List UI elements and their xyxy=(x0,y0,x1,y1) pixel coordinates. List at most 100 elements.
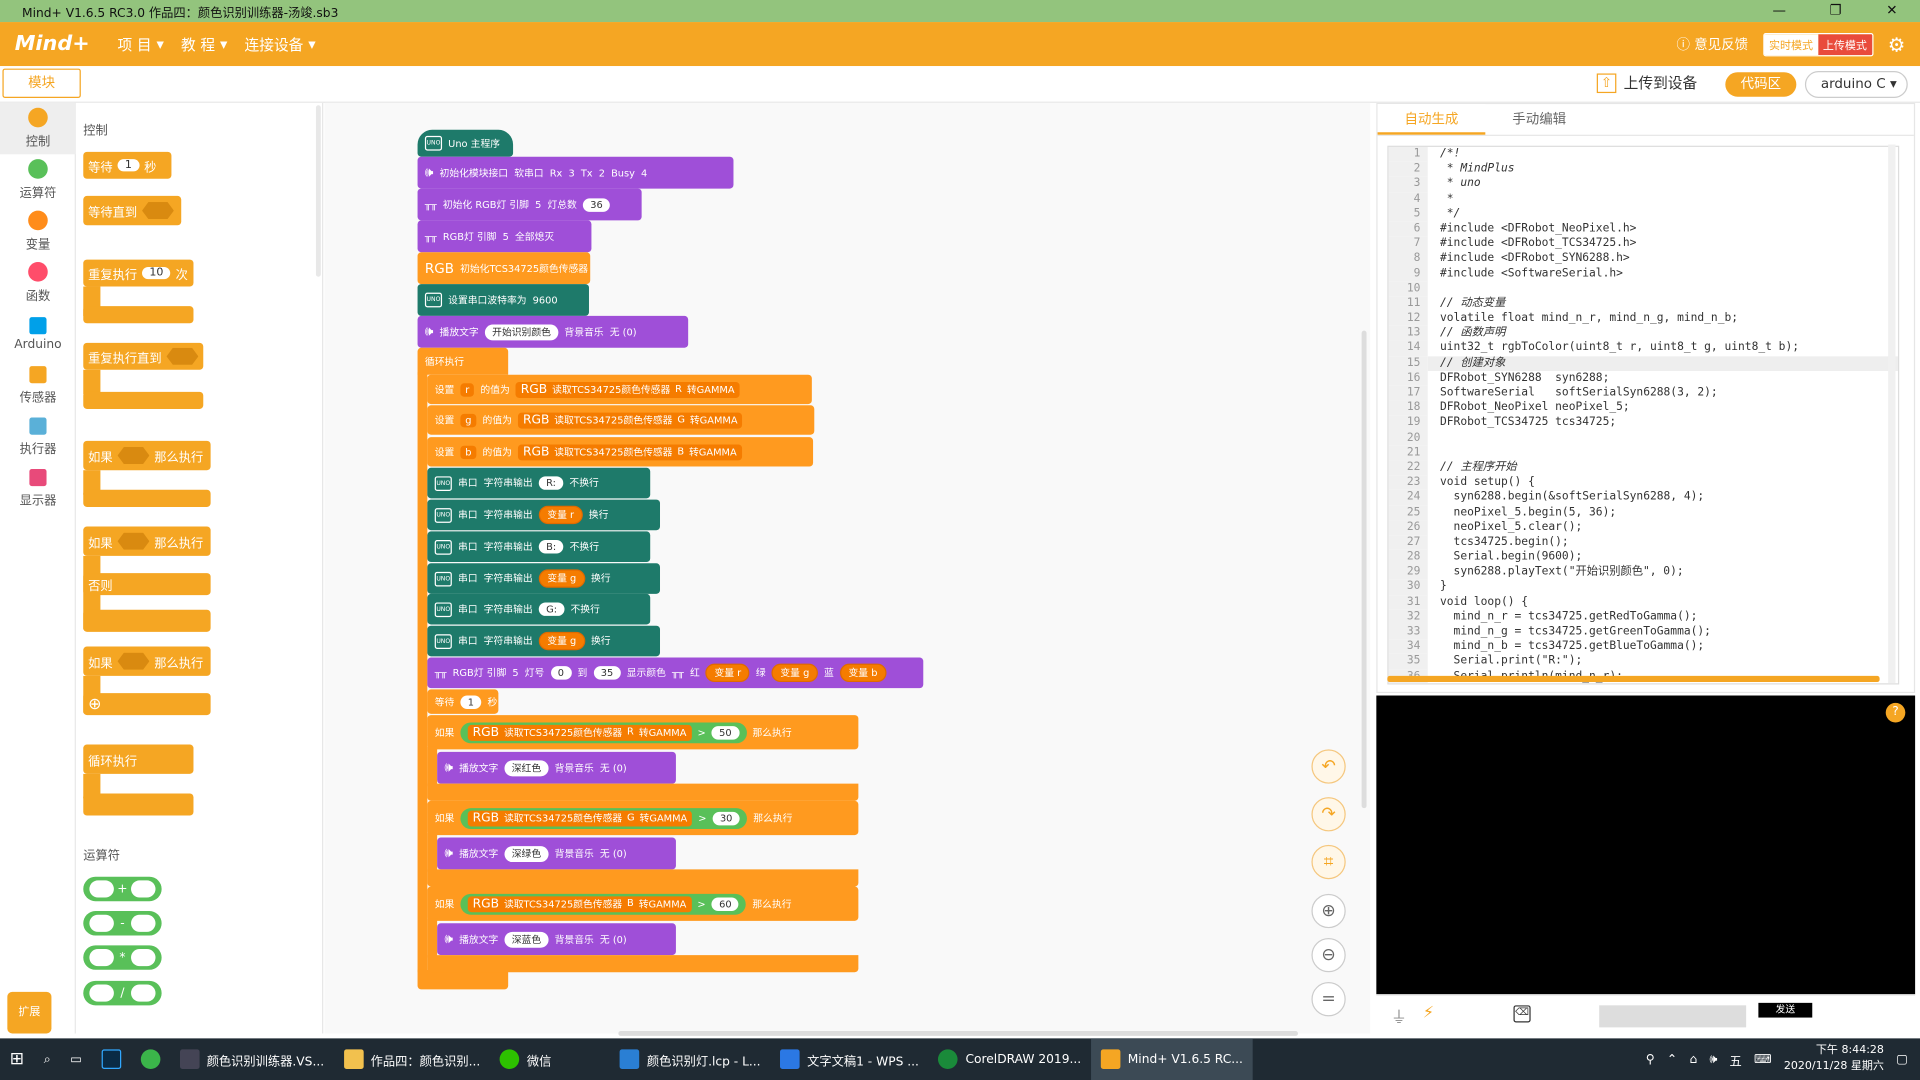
taskbar-app-folder[interactable]: 作品四：颜色识别... xyxy=(334,1038,490,1080)
minimize-button[interactable]: — xyxy=(1751,0,1807,22)
block-serial-print[interactable]: UNO 串口 字符串输出 R: 不换行 xyxy=(427,467,651,499)
workspace-vscrollbar[interactable] xyxy=(1361,330,1367,809)
code-editor[interactable]: 1/*! 2 * MindPlus 3 * uno 4 * 5 */6 #include … xyxy=(1387,145,1900,685)
script-workspace[interactable]: UNO Uno 主程序 🕪 初始化模块接口 软串口 Rx 3 Tx 2 Busy 4 ╥╥ 初始化 … xyxy=(324,102,1371,1034)
zoom-out-icon[interactable]: ⊖ xyxy=(1311,937,1346,973)
workspace-hscrollbar[interactable] xyxy=(618,1031,1298,1036)
block-play-text[interactable]: 🕪 播放文字 深蓝色 背景音乐无 (0) xyxy=(437,923,676,956)
category-control[interactable]: 控制 xyxy=(0,102,76,155)
plus-circle-icon[interactable]: ⊕ xyxy=(88,695,101,713)
send-button[interactable]: 发送 xyxy=(1758,1002,1813,1018)
menu-connect-device[interactable]: 连接设备 ▾ xyxy=(245,34,316,55)
block-divide[interactable]: / xyxy=(83,980,162,1006)
extensions-button[interactable]: 扩展 xyxy=(7,991,52,1034)
block-play-text[interactable]: 🕪 播放文字 开始识别颜色 背景音乐无 (0) xyxy=(417,315,689,348)
person-icon[interactable]: ⚲ xyxy=(1646,1052,1655,1065)
network-icon[interactable]: ⌂ xyxy=(1689,1052,1697,1065)
category-variables[interactable]: 变量 xyxy=(0,206,76,257)
taskbar-app-vs[interactable]: 颜色识别训练器.VS... xyxy=(170,1038,334,1080)
block-serial-print[interactable]: UNO 串口 字符串输出 G: 不换行 xyxy=(427,593,651,625)
taskbar-photoshop[interactable] xyxy=(92,1038,131,1080)
ime-indicator[interactable]: 五 xyxy=(1729,1050,1741,1068)
category-arduino[interactable]: Arduino xyxy=(0,309,76,360)
start-button[interactable]: ⊞ xyxy=(0,1038,34,1080)
block-forever-loop[interactable]: 循环执行 xyxy=(417,347,509,375)
taskbar-app-lcp[interactable]: 颜色识别灯.lcp - L... xyxy=(610,1038,770,1080)
taskbar-browser[interactable] xyxy=(131,1038,170,1080)
block-if-green[interactable]: 如果 RGB 读取TCS34725颜色传感器 G 转GAMMA >30 那么执行 xyxy=(427,800,859,836)
block-multiply[interactable]: * xyxy=(83,945,162,970)
block-init-rgb[interactable]: ╥╥ 初始化 RGB灯 引脚 5 灯总数 36 xyxy=(417,188,642,221)
taskbar-app-coreldraw[interactable]: CorelDRAW 2019... xyxy=(929,1038,1091,1080)
block-rgb-show-color[interactable]: ╥╥ RGB灯 引脚 5 灯号 0 到 35 显示颜色 ╥╥ 红变量 r 绿变量 g 蓝变量 b xyxy=(427,657,924,689)
block-wait[interactable]: 等待 1 秒 xyxy=(83,151,172,179)
block-rgb-off[interactable]: ╥╥ RGB灯 引脚 5 全部熄灭 xyxy=(417,220,592,253)
taskbar-app-wps[interactable]: 文字文稿1 - WPS ... xyxy=(770,1038,928,1080)
block-serial-print[interactable]: UNO 串口 字符串输出 变量 g 换行 xyxy=(427,625,661,657)
mode-realtime[interactable]: 实时模式 xyxy=(1764,33,1818,55)
block-subtract[interactable]: - xyxy=(83,911,162,936)
plug-icon[interactable]: ⚡ xyxy=(1423,1004,1434,1022)
mode-upload[interactable]: 上传模式 xyxy=(1817,33,1872,55)
zoom-in-icon[interactable]: ⊕ xyxy=(1311,893,1346,929)
close-button[interactable]: ✕ xyxy=(1864,0,1920,22)
category-operators[interactable]: 运算符 xyxy=(0,154,76,205)
crop-icon[interactable]: ⌗ xyxy=(1311,844,1346,880)
tab-auto-generate[interactable]: 自动生成 xyxy=(1377,104,1486,135)
block-repeat-until[interactable]: 重复执行直到 xyxy=(83,342,204,370)
search-button[interactable]: ⌕ xyxy=(34,1038,60,1080)
serial-input[interactable] xyxy=(1599,1005,1747,1028)
block-serial-baud[interactable]: UNO 设置串口波特率为 9600 xyxy=(417,284,589,316)
block-init-tcs[interactable]: RGB 初始化TCS34725颜色传感器 xyxy=(417,252,591,285)
block-wait[interactable]: 等待 1 秒 xyxy=(427,689,499,714)
block-if-else[interactable]: 如果 那么执行 xyxy=(83,526,211,556)
block-forever[interactable]: 循环执行 xyxy=(83,744,194,774)
block-uno-main[interactable]: UNO Uno 主程序 xyxy=(417,129,514,157)
help-icon[interactable]: ? xyxy=(1885,702,1906,723)
notification-icon[interactable]: ▢ xyxy=(1896,1052,1908,1065)
maximize-button[interactable]: ❐ xyxy=(1807,0,1863,22)
block-set-r[interactable]: 设置 r 的值为 RGB 读取TCS34725颜色传感器 R 转GAMMA xyxy=(427,374,812,405)
volume-icon[interactable]: 🕪 xyxy=(1709,1052,1717,1065)
clear-icon[interactable]: ⌫ xyxy=(1513,1005,1531,1023)
block-repeat[interactable]: 重复执行 10 次 xyxy=(83,259,194,287)
block-if-then-plus[interactable]: 如果 那么执行 xyxy=(83,646,211,676)
taskbar-app-mindplus[interactable]: Mind+ V1.6.5 RC... xyxy=(1090,1038,1253,1080)
block-add[interactable]: + xyxy=(83,876,162,902)
block-play-text[interactable]: 🕪 播放文字 深绿色 背景音乐无 (0) xyxy=(437,837,676,870)
block-wait-until[interactable]: 等待直到 xyxy=(83,195,182,226)
clock[interactable]: 下午 8:44:28 2020/11/28 星期六 xyxy=(1784,1043,1884,1075)
flyout-scrollbar[interactable] xyxy=(315,105,321,277)
tab-manual-edit[interactable]: 手动编辑 xyxy=(1485,104,1593,135)
language-select[interactable]: arduino C ▾ xyxy=(1804,71,1908,98)
block-set-b[interactable]: 设置 b 的值为 RGB 读取TCS34725颜色传感器 B 转GAMMA xyxy=(427,437,814,467)
block-if-blue[interactable]: 如果 RGB 读取TCS34725颜色传感器 B 转GAMMA >60 那么执行 xyxy=(427,886,859,921)
block-init-module[interactable]: 🕪 初始化模块接口 软串口 Rx 3 Tx 2 Busy 4 xyxy=(417,156,734,189)
redo-icon[interactable]: ↷ xyxy=(1311,797,1346,832)
menu-tutorial[interactable]: 教 程 ▾ xyxy=(181,34,227,55)
menu-project[interactable]: 项 目 ▾ xyxy=(118,34,164,55)
block-play-text[interactable]: 🕪 播放文字 深红色 背景音乐无 (0) xyxy=(437,751,676,784)
usb-icon[interactable]: ⏚ xyxy=(1391,1004,1407,1027)
block-serial-print[interactable]: UNO 串口 字符串输出 变量 g 换行 xyxy=(427,563,661,594)
undo-icon[interactable]: ↶ xyxy=(1311,749,1346,784)
block-set-g[interactable]: 设置 g 的值为 RGB 读取TCS34725颜色传感器 G 转GAMMA xyxy=(427,405,815,435)
keyboard-icon[interactable]: ⌨ xyxy=(1754,1052,1772,1065)
block-if-red[interactable]: 如果 RGB 读取TCS34725颜色传感器 R 转GAMMA >50 那么执行 xyxy=(427,715,859,750)
category-functions[interactable]: 函数 xyxy=(0,257,76,308)
block-if-then[interactable]: 如果 那么执行 xyxy=(83,440,211,471)
taskbar-app-wechat[interactable]: 微信 xyxy=(490,1038,561,1080)
mode-switch[interactable]: 实时模式 上传模式 xyxy=(1762,32,1874,56)
category-sensors[interactable]: 传感器 xyxy=(0,360,76,411)
gear-icon[interactable]: ⚙ xyxy=(1888,32,1906,55)
chevron-up-icon[interactable]: ⌃ xyxy=(1667,1052,1677,1065)
block-serial-print[interactable]: UNO 串口 字符串输出 变量 r 换行 xyxy=(427,499,661,531)
category-actuators[interactable]: 执行器 xyxy=(0,411,76,462)
code-area-toggle[interactable]: 代码区 xyxy=(1725,72,1797,97)
zoom-reset-icon[interactable]: = xyxy=(1311,982,1346,1017)
task-view-button[interactable]: ▭ xyxy=(60,1038,91,1080)
code-vscrollbar[interactable] xyxy=(1888,144,1896,684)
category-displays[interactable]: 显示器 xyxy=(0,463,76,514)
feedback-link[interactable]: ⓘ 意见反馈 xyxy=(1676,34,1748,54)
code-hscrollbar[interactable] xyxy=(1387,675,1880,683)
